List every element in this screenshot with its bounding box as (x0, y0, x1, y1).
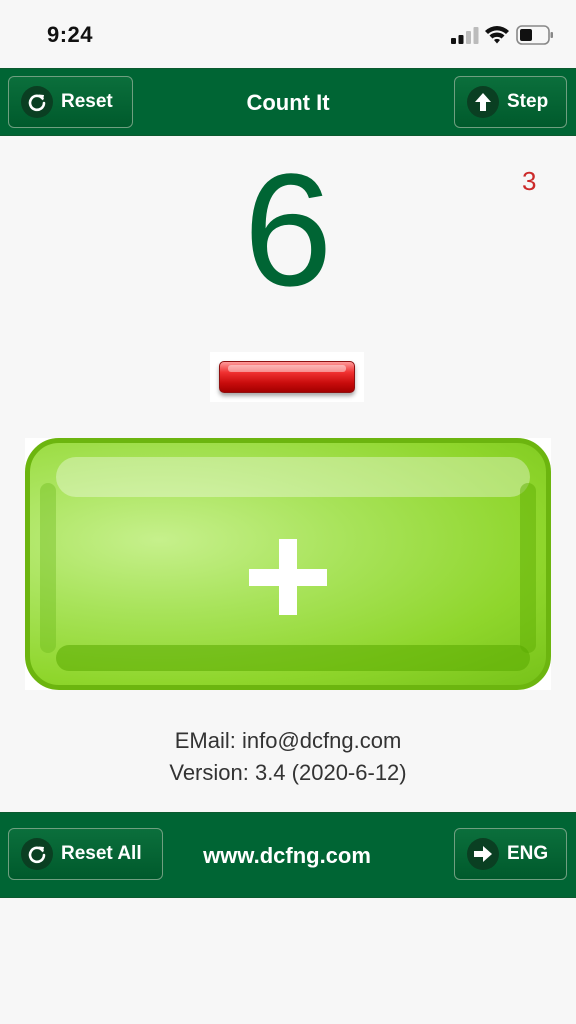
language-button-label: ENG (507, 843, 549, 864)
refresh-icon (21, 838, 53, 870)
step-button[interactable]: Step (454, 76, 567, 128)
email-text: EMail: info@dcfng.com (174, 728, 402, 753)
count-display: 6 (243, 140, 333, 319)
reset-all-button[interactable]: Reset All (8, 828, 163, 880)
battery-icon (516, 25, 553, 45)
top-toolbar: Reset Count It Step (0, 68, 576, 136)
status-bar: 9:24 (0, 0, 576, 68)
plus-button-shape (25, 438, 551, 690)
bottom-toolbar: Reset All www.dcfng.com ENG (0, 812, 576, 898)
reset-button[interactable]: Reset (8, 76, 133, 128)
plus-lowlight (56, 645, 530, 671)
increment-button[interactable] (25, 438, 551, 690)
plus-side-left (40, 483, 56, 653)
cellular-signal-icon (451, 27, 479, 44)
arrow-right-icon (467, 838, 499, 870)
step-value: 3 (522, 166, 537, 196)
minus-icon (219, 361, 355, 393)
language-button[interactable]: ENG (454, 828, 567, 880)
refresh-icon (21, 86, 53, 118)
decrement-button[interactable] (210, 352, 364, 402)
plus-side-right (520, 483, 536, 653)
status-time: 9:24 (47, 22, 94, 47)
reset-button-label: Reset (61, 91, 113, 112)
plus-icon-horizontal (249, 569, 327, 586)
app-title: Count It (246, 90, 330, 115)
wifi-icon (485, 26, 509, 44)
arrow-up-icon (467, 86, 499, 118)
plus-highlight (56, 457, 530, 497)
step-button-label: Step (507, 91, 549, 112)
reset-all-button-label: Reset All (61, 843, 142, 864)
website-link[interactable]: www.dcfng.com (173, 813, 401, 899)
version-text: Version: 3.4 (2020-6-12) (169, 760, 407, 785)
